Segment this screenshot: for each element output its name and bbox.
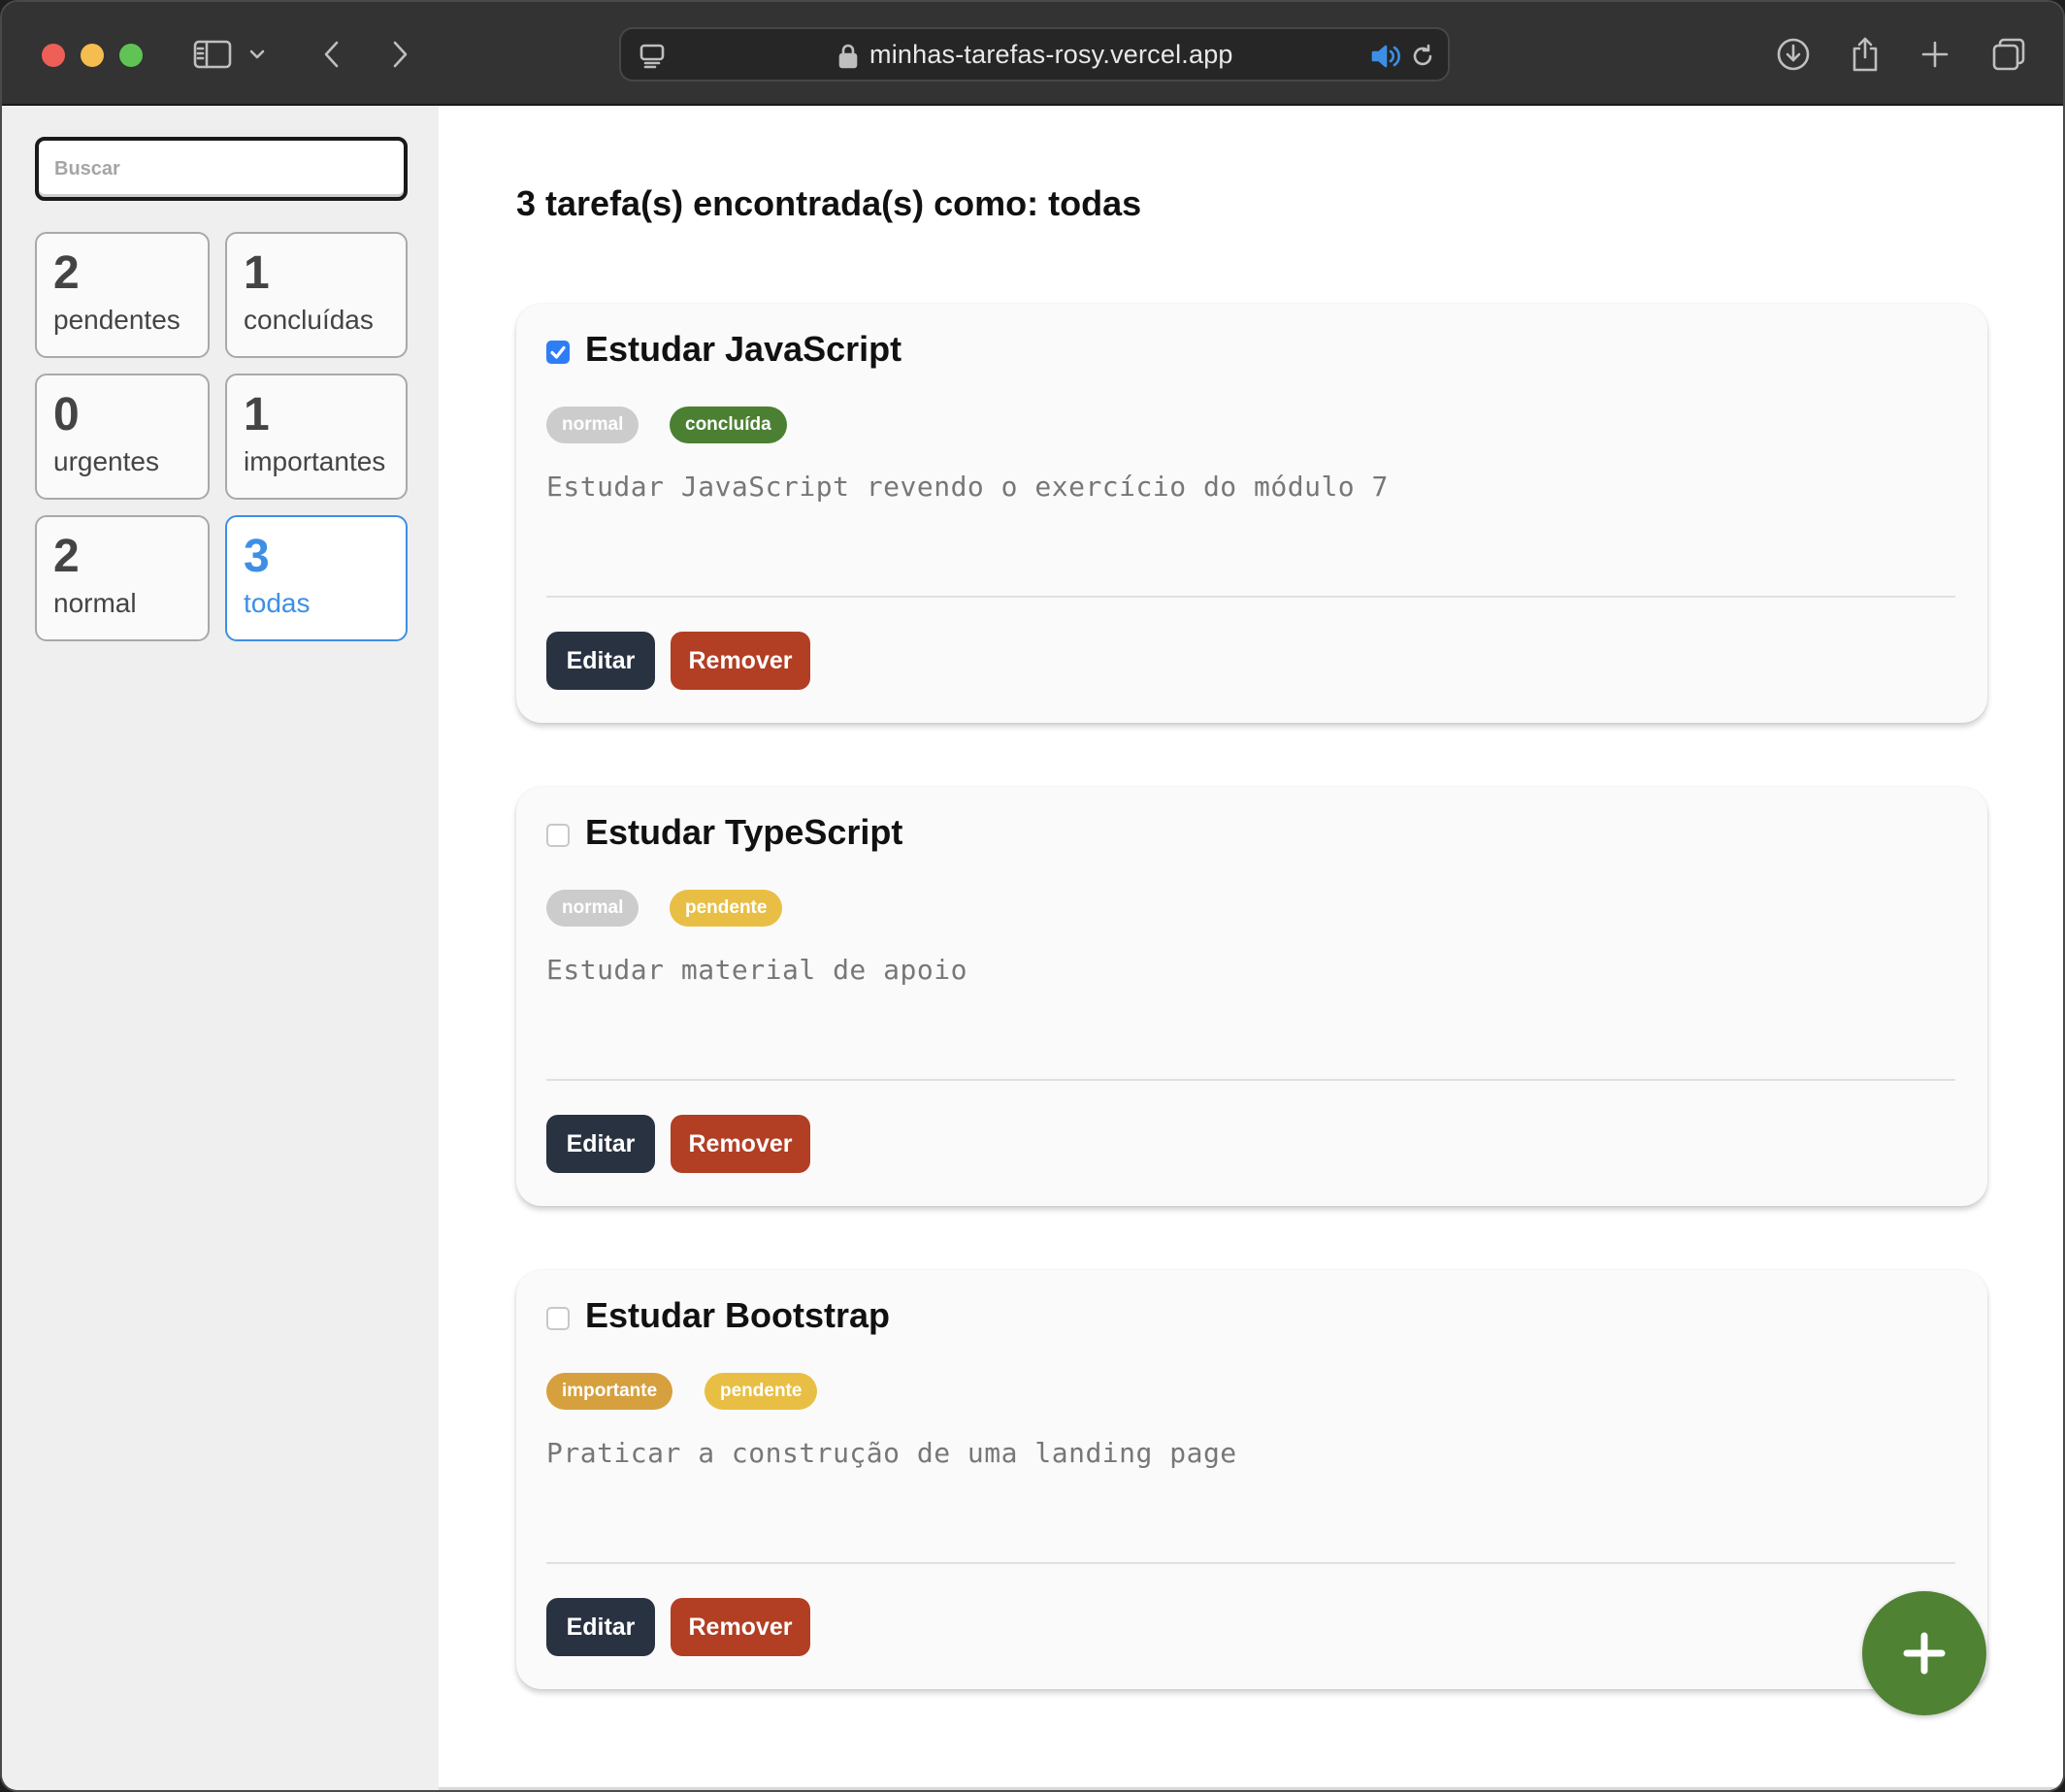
reload-icon[interactable] [1399,33,1446,80]
filter-sidebar: 2 pendentes 1 concluídas 0 urgentes 1 im… [2,106,439,1790]
filter-label: importantes [244,446,386,476]
filter-count: 3 [244,531,270,582]
remove-button[interactable]: Remover [671,1115,810,1173]
filter-count: 0 [53,389,80,440]
task-title: Estudar JavaScript [585,329,902,369]
remove-button[interactable]: Remover [671,632,810,690]
filter-label: todas [244,588,311,618]
card-divider [546,1562,1955,1564]
card-divider [546,1079,1955,1081]
filter-card-todas[interactable]: 3 todas [225,515,408,641]
filter-count: 2 [53,531,80,582]
status-badge: pendente [670,890,783,927]
task-description: Praticar a construção de uma landing pag… [546,1437,1237,1469]
task-card: Estudar JavaScript normal concluída Estu… [516,304,1987,723]
close-window-button[interactable] [42,44,65,67]
filter-count: 1 [244,247,270,299]
status-badge: concluída [670,407,787,443]
filter-label: urgentes [53,446,159,476]
task-description: Estudar JavaScript revendo o exercício d… [546,471,1389,503]
priority-badge: normal [546,407,639,443]
page-content: 2 pendentes 1 concluídas 0 urgentes 1 im… [2,106,2063,1790]
new-tab-icon[interactable] [1912,31,1958,78]
filter-card-importantes[interactable]: 1 importantes [225,374,408,500]
lock-icon [833,33,864,80]
filter-count: 1 [244,389,270,440]
filter-count: 2 [53,247,80,299]
tab-overview-icon[interactable] [1985,31,2032,78]
remove-button[interactable]: Remover [671,1598,810,1656]
minimize-window-button[interactable] [81,44,104,67]
task-complete-checkbox[interactable] [546,824,570,847]
task-card: Estudar TypeScript normal pendente Estud… [516,787,1987,1206]
search-input[interactable] [35,137,408,201]
browser-window: minhas-tarefas-rosy.vercel.app 2 [0,0,2065,1792]
task-title: Estudar Bootstrap [585,1295,891,1335]
task-complete-checkbox[interactable] [546,1307,570,1330]
checkmark-icon [550,345,566,359]
filter-card-normal[interactable]: 2 normal [35,515,210,641]
url-text: minhas-tarefas-rosy.vercel.app [869,40,1233,69]
download-icon[interactable] [1770,31,1817,78]
share-icon[interactable] [1842,31,1888,78]
task-list-area: 3 tarefa(s) encontrada(s) como: todas Es… [439,106,2063,1790]
page-bottom-edge [439,1787,2063,1790]
priority-badge: importante [546,1373,673,1410]
task-description: Estudar material de apoio [546,954,967,986]
status-badge: pendente [705,1373,818,1410]
task-card: Estudar Bootstrap importante pendente Pr… [516,1270,1987,1689]
chevron-down-icon[interactable] [243,31,272,78]
task-title: Estudar TypeScript [585,812,903,852]
filter-label: concluídas [244,305,374,335]
back-icon[interactable] [309,31,355,78]
zoom-window-button[interactable] [119,44,143,67]
filter-label: pendentes [53,305,180,335]
forward-icon[interactable] [377,31,423,78]
edit-button[interactable]: Editar [546,632,655,690]
edit-button[interactable]: Editar [546,1115,655,1173]
plus-icon [1903,1632,1946,1675]
filter-label: normal [53,588,137,618]
task-complete-checkbox[interactable] [546,341,570,364]
filter-card-urgentes[interactable]: 0 urgentes [35,374,210,500]
results-heading: 3 tarefa(s) encontrada(s) como: todas [516,183,1142,223]
add-task-button[interactable] [1862,1591,1986,1715]
priority-badge: normal [546,890,639,927]
browser-toolbar: minhas-tarefas-rosy.vercel.app [2,2,2063,106]
sidebar-toggle-icon[interactable] [189,31,236,78]
edit-button[interactable]: Editar [546,1598,655,1656]
filter-card-pendentes[interactable]: 2 pendentes [35,232,210,358]
card-divider [546,596,1955,598]
filter-card-concluidas[interactable]: 1 concluídas [225,232,408,358]
address-bar[interactable]: minhas-tarefas-rosy.vercel.app [619,27,1450,81]
page-menu-icon[interactable] [629,33,675,80]
